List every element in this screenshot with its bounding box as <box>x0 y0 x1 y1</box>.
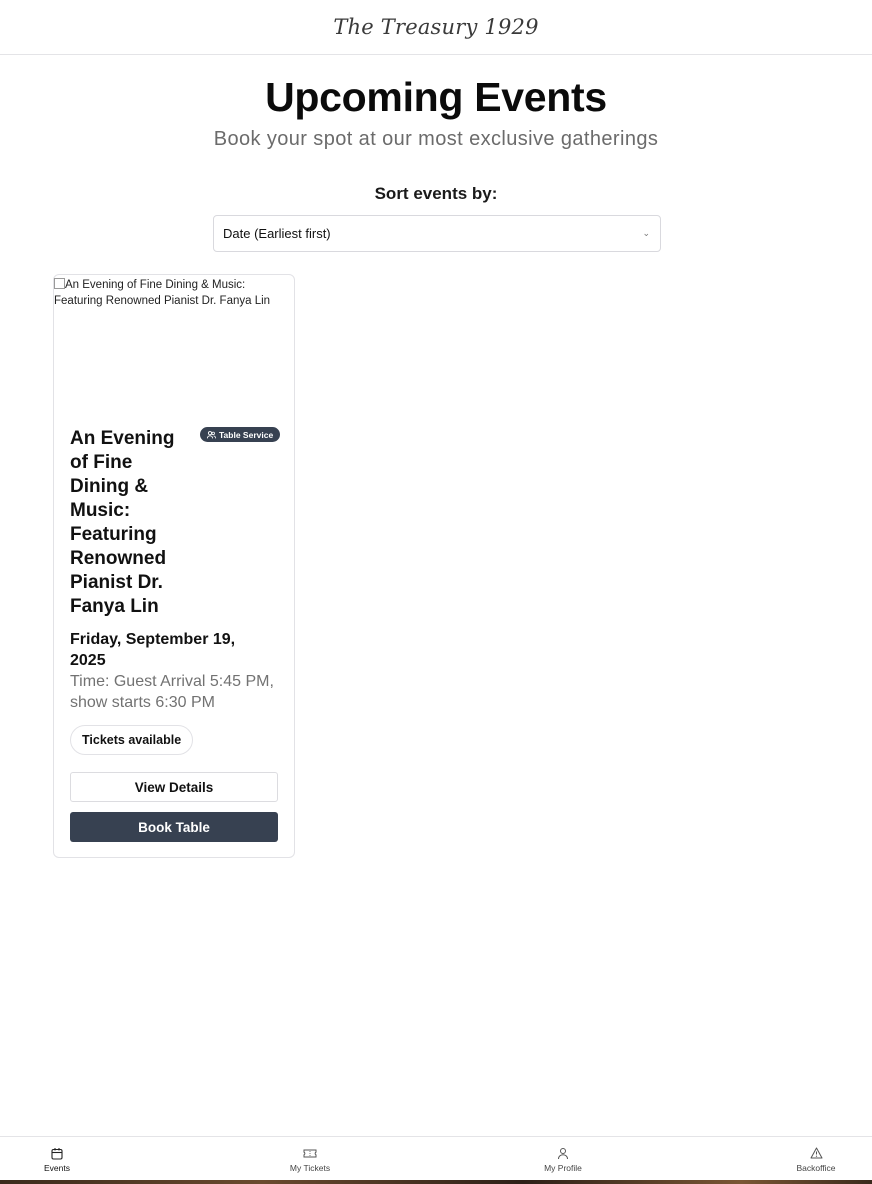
availability-badge: Tickets available <box>70 725 194 755</box>
event-time: Time: Guest Arrival 5:45 PM, show starts… <box>70 673 274 711</box>
view-details-button[interactable]: View Details <box>70 772 278 802</box>
event-card: An Evening of Fine Dining & Music: Featu… <box>53 274 295 858</box>
book-table-button[interactable]: Book Table <box>70 812 278 842</box>
table-service-badge: Table Service <box>200 427 281 442</box>
bottom-navigation: Events My Tickets My Profile Backoffice <box>0 1136 872 1180</box>
page-title: Upcoming Events <box>265 74 607 120</box>
sort-selected-value: Date (Earliest first) <box>223 226 331 241</box>
nav-item-backoffice[interactable]: Backoffice <box>776 1137 856 1181</box>
event-image-alt: An Evening of Fine Dining & Music: Featu… <box>54 279 271 307</box>
nav-label-my-profile: My Profile <box>544 1163 582 1173</box>
badge-label: Table Service <box>219 429 274 440</box>
brand-logo[interactable]: The Treasury 1929 <box>333 15 538 39</box>
nav-item-my-profile[interactable]: My Profile <box>523 1137 603 1181</box>
nav-item-events[interactable]: Events <box>17 1137 97 1181</box>
app-header: The Treasury 1929 <box>0 0 872 55</box>
nav-label-my-tickets: My Tickets <box>289 1163 331 1173</box>
user-icon <box>557 1146 569 1160</box>
ticket-icon <box>303 1146 317 1160</box>
broken-image-icon <box>54 278 65 289</box>
background-image-strip <box>0 1180 872 1184</box>
event-image: An Evening of Fine Dining & Music: Featu… <box>54 275 294 411</box>
calendar-icon <box>51 1146 63 1160</box>
nav-label-events: Events <box>44 1163 70 1173</box>
users-icon <box>207 430 216 439</box>
event-date: Friday, September 19, 2025 <box>70 631 236 669</box>
sort-label: Sort events by: <box>374 184 498 203</box>
page-subtitle: Book your spot at our most exclusive gat… <box>213 128 659 150</box>
event-title: An Evening of Fine Dining & Music: Featu… <box>70 428 175 617</box>
nav-label-backoffice: Backoffice <box>796 1163 836 1173</box>
sort-select[interactable]: Date (Earliest first) ⌄ <box>213 215 661 252</box>
nav-item-my-tickets[interactable]: My Tickets <box>270 1137 350 1181</box>
warning-icon <box>810 1146 823 1160</box>
chevron-down-icon: ⌄ <box>642 228 650 238</box>
